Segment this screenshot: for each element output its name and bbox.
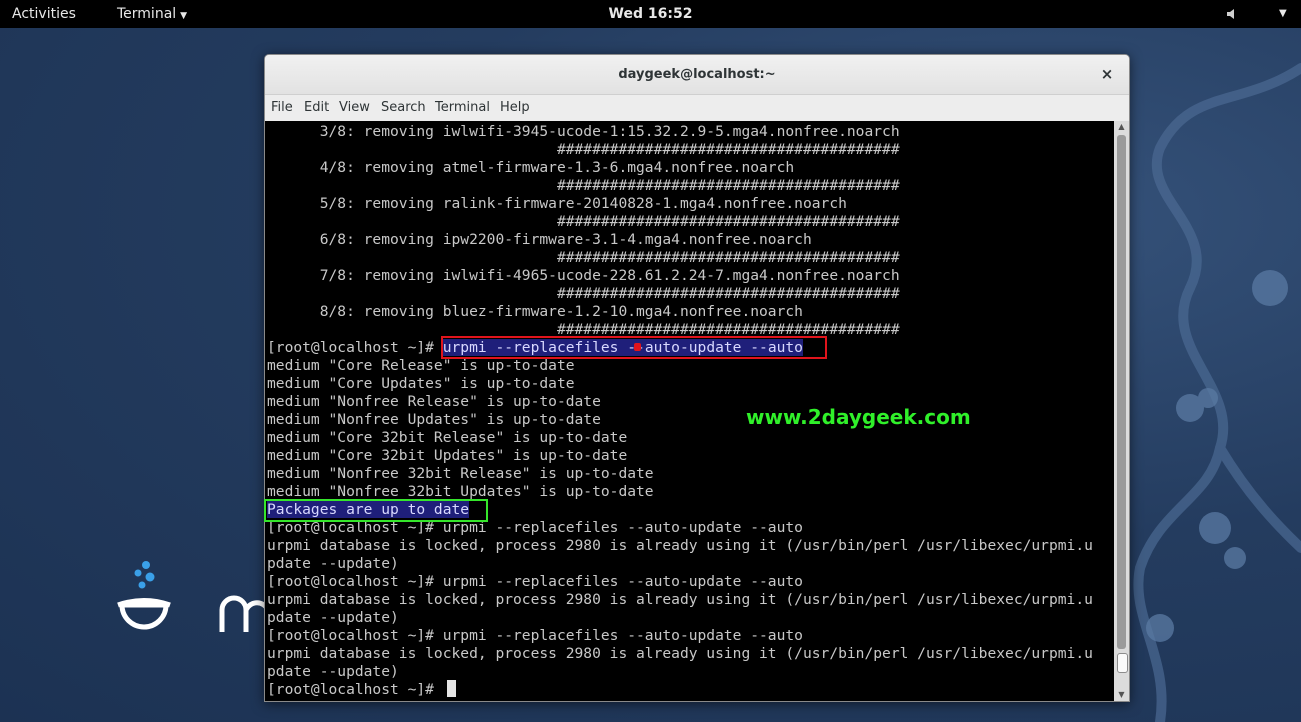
terminal-line: ####################################### [267,177,900,194]
window-title: daygeek@localhost:~ [618,67,776,82]
mageia-logo [117,561,268,632]
chevron-down-icon: ▼ [180,11,188,21]
terminal-cursor [447,680,456,697]
menu-view[interactable]: View [339,95,370,121]
terminal-line: urpmi database is locked, process 2980 i… [267,645,1093,662]
terminal-line: ####################################### [267,249,900,266]
speaker-icon[interactable] [1226,0,1238,28]
terminal-line: [root@localhost ~]# [267,681,443,698]
terminal-line: pdate --update) [267,663,399,680]
terminal-line: medium "Core 32bit Updates" is up-to-dat… [267,447,628,464]
app-menu-label: Terminal [117,6,177,22]
scrollbar-thumb[interactable] [1117,653,1128,673]
terminal-line: urpmi database is locked, process 2980 i… [267,591,1093,608]
terminal-line: 3/8: removing iwlwifi-3945-ucode-1:15.32… [267,123,900,140]
terminal-line: pdate --update) [267,609,399,626]
menu-help[interactable]: Help [500,95,530,121]
highlight-result-box [264,499,488,522]
terminal-line: ####################################### [267,141,900,158]
terminal-line: [root@localhost ~]# urpmi --replacefiles… [267,573,803,590]
menu-search[interactable]: Search [381,95,426,121]
terminal-window: daygeek@localhost:~ × File Edit View Sea… [264,54,1130,702]
terminal-line: 8/8: removing bluez-firmware-1.2-10.mga4… [267,303,803,320]
activities-button[interactable]: Activities [12,0,76,28]
terminal-line: urpmi database is locked, process 2980 i… [267,537,1093,554]
terminal-line: medium "Core 32bit Release" is up-to-dat… [267,429,628,446]
clock-button[interactable]: Wed 16:52 [609,6,693,22]
terminal-line: 5/8: removing ralink-firmware-20140828-1… [267,195,847,212]
terminal-output[interactable]: 3/8: removing iwlwifi-3945-ucode-1:15.32… [265,121,1114,701]
scroll-up-icon[interactable]: ▲ [1114,121,1129,133]
terminal-line: 7/8: removing iwlwifi-4965-ucode-228.61.… [267,267,900,284]
terminal-line: ####################################### [267,285,900,302]
close-icon[interactable]: × [1097,64,1117,84]
menu-edit[interactable]: Edit [304,95,329,121]
clock: Wed 16:52 [0,0,1301,28]
prompt: [root@localhost ~]# [267,339,434,356]
scroll-down-icon[interactable]: ▼ [1114,689,1129,701]
terminal-line: 4/8: removing atmel-firmware-1.3-6.mga4.… [267,159,795,176]
menu-file[interactable]: File [271,95,293,121]
terminal-line: 6/8: removing ipw2200-firmware-3.1-4.mga… [267,231,812,248]
terminal-line: pdate --update) [267,555,399,572]
terminal-line: [root@localhost ~]# urpmi --replacefiles… [267,627,803,644]
app-menu-button[interactable]: Terminal ▼ [117,0,187,28]
watermark: www.2daygeek.com [746,405,971,429]
terminal-line: ####################################### [267,213,900,230]
system-menu-chevron-down-icon[interactable]: ▼ [1279,0,1287,28]
top-bar: Activities Terminal ▼ Wed 16:52 ▼ [0,0,1301,28]
menu-terminal[interactable]: Terminal [435,95,490,121]
terminal-line: medium "Core Updates" is up-to-date [267,375,575,392]
annotation-marker [634,343,641,351]
terminal-line: medium "Nonfree 32bit Release" is up-to-… [267,465,654,482]
title-bar[interactable]: daygeek@localhost:~ × [265,55,1129,95]
menu-bar: File Edit View Search Terminal Help [265,95,1129,121]
vertical-scrollbar[interactable]: ▲ ▼ [1114,121,1129,701]
scrollbar-track[interactable] [1117,135,1126,649]
terminal-line: medium "Core Release" is up-to-date [267,357,575,374]
